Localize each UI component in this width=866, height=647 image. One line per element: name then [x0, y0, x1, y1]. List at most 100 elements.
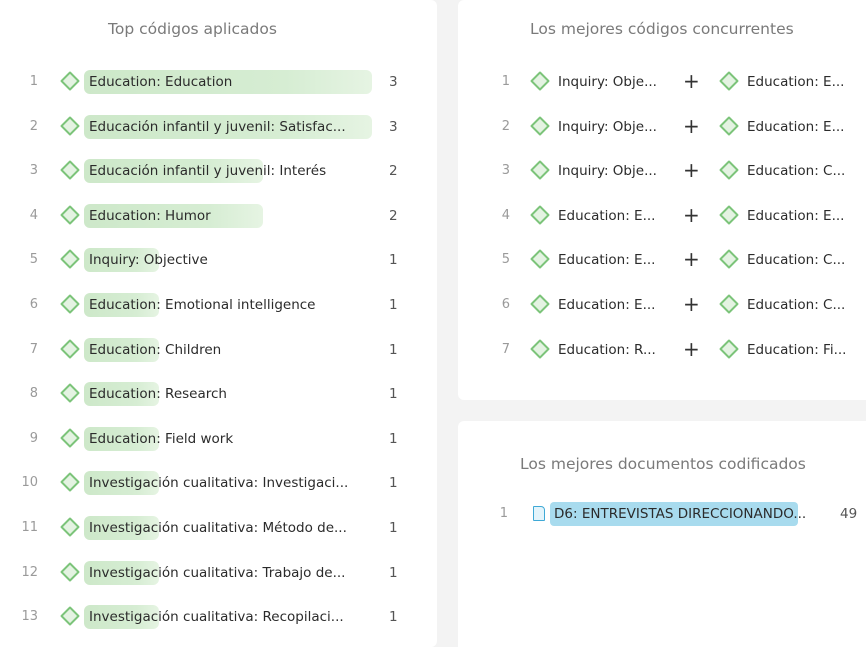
code-count: 3	[389, 74, 398, 90]
diamond-code-icon	[60, 294, 80, 314]
plus-icon: +	[683, 336, 700, 361]
row-rank: 7	[29, 341, 38, 357]
document-icon	[533, 506, 545, 521]
row-rank: 6	[29, 297, 38, 312]
code-b-label[interactable]: Education: E...	[747, 74, 844, 90]
diamond-code-icon	[530, 338, 550, 359]
diamond-code-icon	[60, 606, 80, 627]
code-b-label[interactable]: Education: C...	[747, 297, 845, 313]
code-a-label[interactable]: Education: E...	[558, 252, 655, 268]
code-label[interactable]: Investigación cualitativa: Método de...	[89, 520, 347, 536]
code-a-label[interactable]: Inquiry: Obje...	[558, 163, 657, 179]
plus-icon: +	[683, 202, 700, 227]
row-rank: 6	[501, 297, 510, 312]
code-a-label[interactable]: Inquiry: Obje...	[558, 74, 657, 90]
code-label[interactable]: Inquiry: Objective	[89, 252, 208, 268]
top-code-row[interactable]: 4 Education: Humor 2	[0, 203, 437, 229]
diamond-code-icon	[719, 115, 739, 136]
code-label[interactable]: Investigación cualitativa: Investigaci..…	[89, 475, 348, 491]
top-documents-title: Los mejores documentos codificados	[520, 455, 806, 473]
row-rank: 2	[501, 118, 510, 134]
co-occurring-row[interactable]: 7 Education: R... + Education: Fi...	[458, 337, 866, 363]
code-b-label[interactable]: Education: C...	[747, 163, 845, 179]
diamond-code-icon	[719, 204, 739, 225]
code-count: 2	[389, 207, 398, 224]
code-label[interactable]: Education: Research	[89, 386, 227, 402]
top-code-row[interactable]: 5 Inquiry: Objective 1	[0, 247, 437, 273]
code-a-label[interactable]: Education: R...	[558, 342, 656, 358]
co-occurring-codes-panel: Los mejores códigos concurrentes 1 Inquir…	[458, 0, 866, 400]
diamond-code-icon	[530, 204, 550, 225]
row-rank: 1	[499, 506, 508, 521]
diamond-code-icon	[530, 249, 550, 270]
top-code-row[interactable]: 3 Educación infantil y juvenil: Interés 2	[0, 158, 437, 184]
top-code-row[interactable]: 2 Educación infantil y juvenil: Satisfac.…	[0, 114, 437, 140]
diamond-code-icon	[60, 204, 80, 225]
row-rank: 9	[29, 430, 38, 446]
top-code-row[interactable]: 10 Investigación cualitativa: Investigaci…	[0, 470, 437, 496]
diamond-code-icon	[60, 517, 80, 537]
diamond-code-icon	[60, 249, 80, 270]
top-code-row[interactable]: 7 Education: Children 1	[0, 337, 437, 363]
document-count: 49	[840, 506, 858, 522]
code-count: 1	[389, 564, 398, 581]
plus-icon: +	[683, 158, 700, 183]
code-count: 1	[389, 341, 398, 358]
code-label[interactable]: Educación infantil y juvenil: Interés	[89, 163, 326, 179]
code-label[interactable]: Educación infantil y juvenil: Satisfac..…	[89, 119, 346, 135]
top-code-row[interactable]: 13 Investigación cualitativa: Recopilaci.…	[0, 604, 437, 630]
co-occurring-row[interactable]: 4 Education: E... + Education: E...	[458, 203, 866, 229]
code-label[interactable]: Investigación cualitativa: Recopilaci...	[89, 609, 344, 625]
code-b-label[interactable]: Education: E...	[747, 119, 844, 135]
diamond-code-icon	[530, 115, 550, 136]
diamond-code-icon	[60, 160, 80, 181]
co-occurring-row[interactable]: 5 Education: E... + Education: C...	[458, 247, 866, 273]
co-occurring-row[interactable]: 2 Inquiry: Obje... + Education: E...	[458, 114, 866, 140]
top-code-row[interactable]: 11 Investigación cualitativa: Método de..…	[0, 515, 437, 541]
code-a-label[interactable]: Education: E...	[558, 208, 655, 224]
code-a-label[interactable]: Education: E...	[558, 297, 655, 313]
top-documents-panel: Los mejores documentos codificados 1 D6: …	[458, 421, 866, 647]
code-a-label[interactable]: Inquiry: Obje...	[558, 119, 657, 135]
row-rank: 1	[501, 74, 510, 89]
code-b-label[interactable]: Education: E...	[747, 208, 844, 224]
diamond-code-icon	[60, 427, 80, 448]
row-rank: 2	[29, 118, 38, 134]
diamond-code-icon	[719, 294, 739, 314]
co-occurring-row[interactable]: 3 Inquiry: Obje... + Education: C...	[458, 158, 866, 184]
code-label[interactable]: Education: Children	[89, 342, 221, 358]
row-rank: 4	[501, 207, 510, 223]
code-label[interactable]: Investigación cualitativa: Trabajo de...	[89, 565, 345, 581]
code-label[interactable]: Education: Emotional intelligence	[89, 297, 315, 313]
code-count: 1	[389, 520, 398, 536]
row-rank: 3	[29, 163, 38, 179]
diamond-code-icon	[719, 338, 739, 359]
document-label[interactable]: D6: ENTREVISTAS DIRECCIONANDO...	[554, 506, 806, 522]
top-code-row[interactable]: 8 Education: Research 1	[0, 381, 437, 407]
top-code-row[interactable]: 1 Education: Education 3	[0, 69, 437, 95]
code-label[interactable]: Education: Education	[89, 74, 232, 90]
top-code-row[interactable]: 9 Education: Field work 1	[0, 426, 437, 452]
top-code-row[interactable]: 6 Education: Emotional intelligence 1	[0, 292, 437, 318]
diamond-code-icon	[60, 561, 80, 582]
row-rank: 5	[501, 252, 510, 268]
top-codes-title: Top códigos aplicados	[108, 20, 277, 38]
row-rank: 5	[29, 252, 38, 268]
code-label[interactable]: Education: Field work	[89, 431, 233, 447]
top-code-row[interactable]: 12 Investigación cualitativa: Trabajo de.…	[0, 560, 437, 586]
plus-icon: +	[683, 292, 700, 316]
co-occurring-row[interactable]: 1 Inquiry: Obje... + Education: E...	[458, 69, 866, 95]
code-count: 2	[389, 163, 398, 180]
code-b-label[interactable]: Education: C...	[747, 252, 845, 268]
code-b-label[interactable]: Education: Fi...	[747, 342, 846, 358]
code-count: 1	[389, 475, 398, 492]
row-rank: 8	[29, 386, 38, 402]
row-rank: 4	[29, 207, 38, 223]
plus-icon: +	[683, 247, 700, 272]
code-label[interactable]: Education: Humor	[89, 208, 211, 224]
row-rank: 3	[501, 163, 510, 179]
row-rank: 7	[501, 341, 510, 357]
document-row[interactable]: 1 D6: ENTREVISTAS DIRECCIONANDO... 49	[458, 501, 866, 527]
co-occurring-row[interactable]: 6 Education: E... + Education: C...	[458, 292, 866, 318]
row-rank: 11	[21, 520, 38, 535]
